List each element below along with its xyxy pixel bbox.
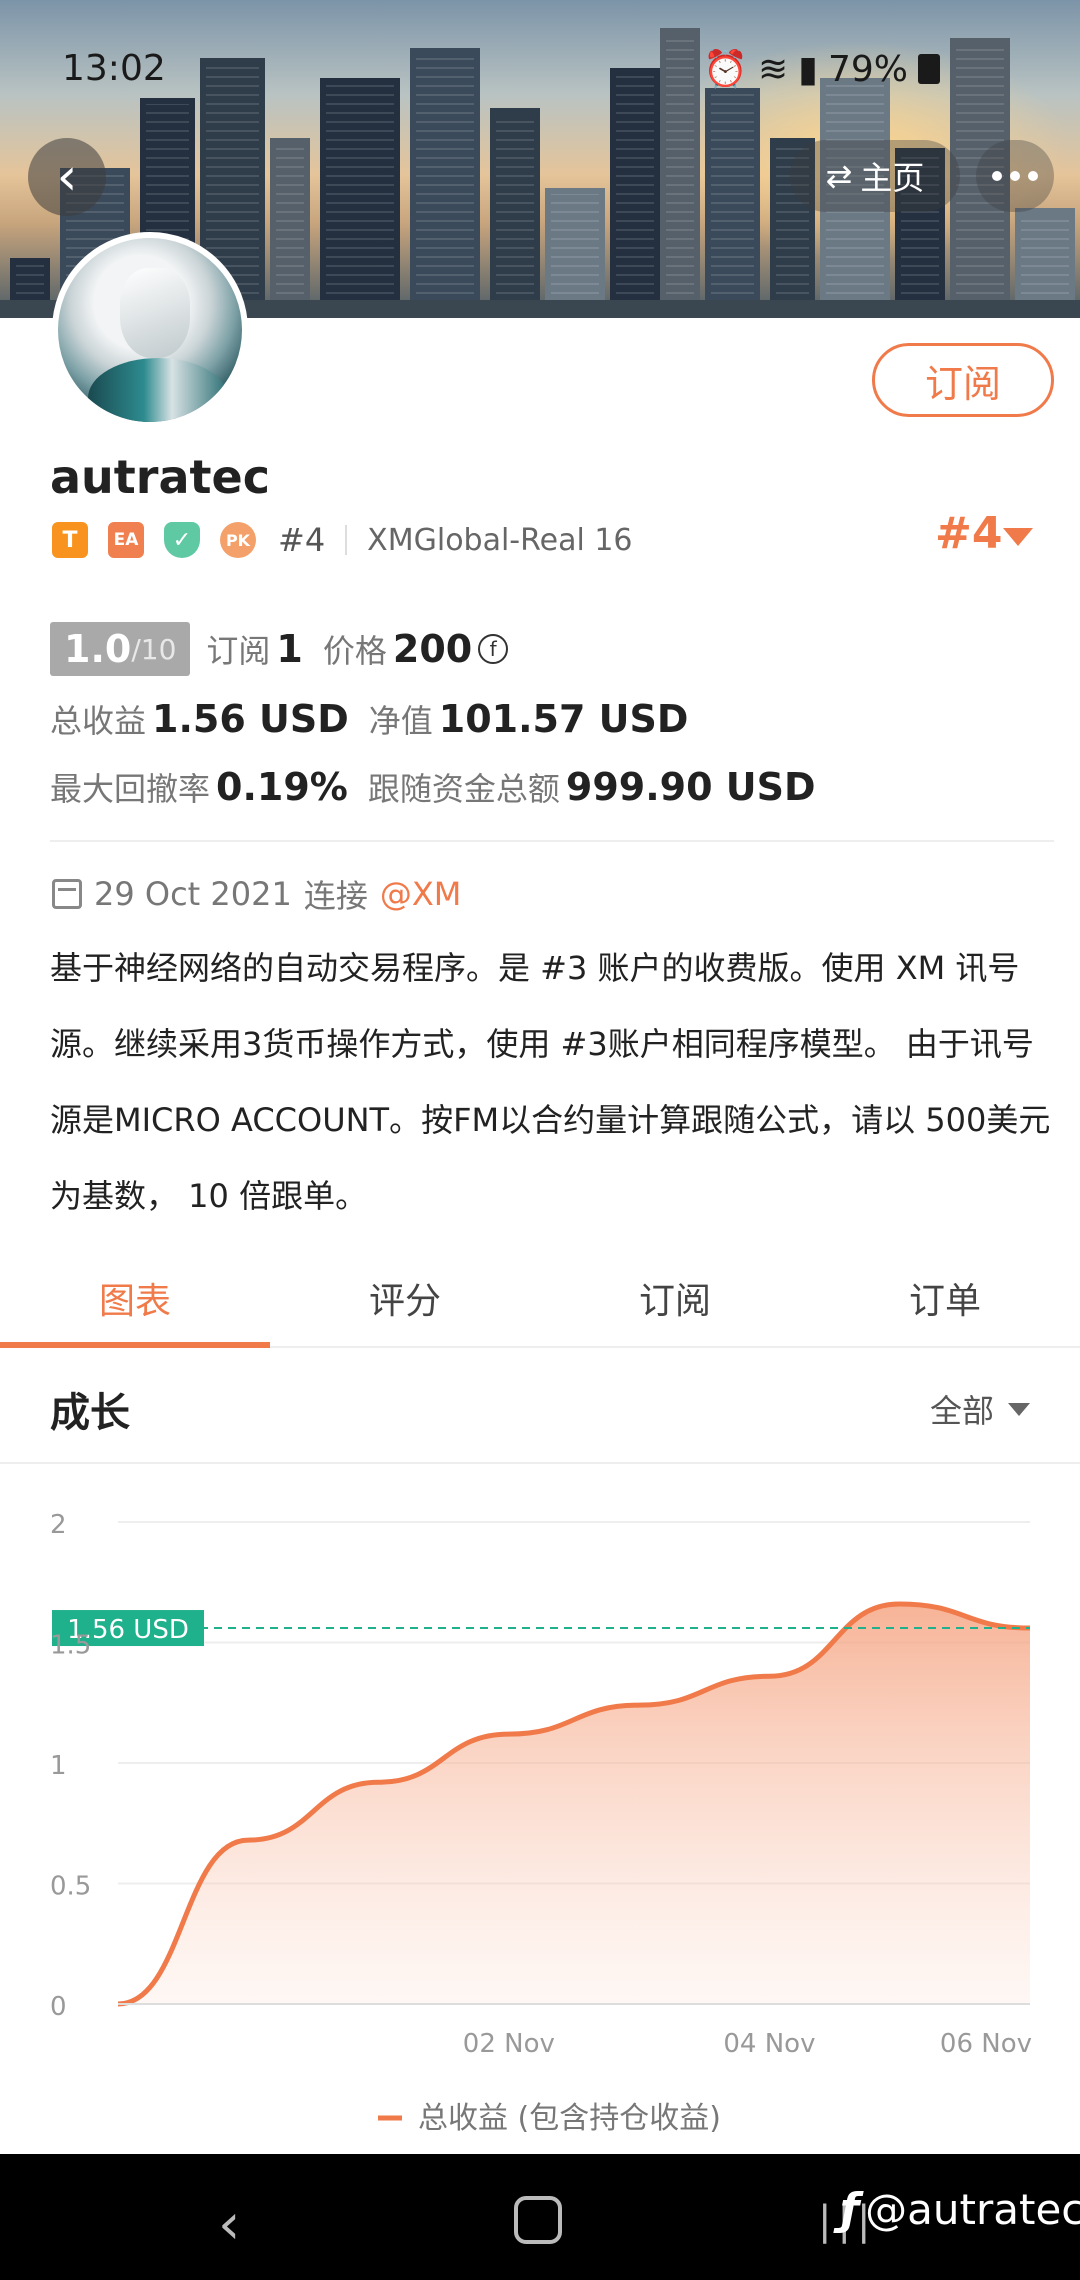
watermark-logo-icon: ƒ [840,2184,860,2235]
status-icons: ⏰ ≋ ▮ 79% [703,48,940,90]
subscribe-button[interactable]: 订阅 [872,343,1054,417]
more-dots-icon [992,171,1002,181]
score-badge[interactable]: 1.0 /10 [50,622,191,676]
back-button[interactable]: ‹ [28,138,106,216]
broker-link[interactable]: @XM [380,875,462,913]
score-value: 1.0 [64,627,132,671]
calendar-icon [52,879,82,909]
y-tick-label: 0 [50,1992,67,2022]
battery-level: 79% [827,48,908,90]
range-label: 全部 [930,1392,995,1430]
section-divider [50,840,1054,842]
wifi-icon: ≋ [758,48,789,90]
x-tick-label: 02 Nov [463,2029,555,2059]
pk-badge[interactable]: PK [220,522,256,558]
y-tick-label: 2 [50,1510,67,1540]
max-drawdown-value: 0.19% [216,765,348,809]
max-drawdown-label: 最大回撤率 [50,770,211,808]
legend-label: 总收益 (包含持仓收益) [418,2101,721,2136]
verified-shield-icon[interactable]: ✓ [164,522,200,558]
status-time: 13:02 [62,48,166,89]
stats-row-2: 总收益 1.56 USD 净值 101.57 USD [50,696,708,742]
range-dropdown[interactable]: 全部 [930,1386,1031,1432]
caret-down-icon [1008,1402,1031,1416]
trader-badge[interactable]: T [52,522,88,558]
equity-label: 净值 [368,702,433,740]
stats-row-3: 最大回撤率 0.19% 跟随资金总额 999.90 USD [50,764,836,810]
x-tick-label: 06 Nov [940,2029,1032,2059]
total-profit-value: 1.56 USD [152,697,349,741]
divider [345,525,348,555]
rank-small: #4 [278,521,326,559]
nav-home-button[interactable] [514,2196,562,2244]
y-tick-label: 1.5 [50,1631,91,1661]
nav-back-button[interactable]: ‹ [218,2192,240,2257]
alarm-icon: ⏰ [703,49,748,90]
growth-title: 成长 [50,1390,130,1436]
series-area [118,1603,1030,2004]
server-name: XMGlobal-Real 16 [367,522,633,558]
subscribers-value: 1 [276,627,303,671]
coin-icon: f [478,634,509,664]
growth-divider [0,1462,1080,1464]
tab-rating[interactable]: 评分 [270,1256,540,1346]
watermark-text: @autratec [865,2185,1080,2234]
price-label: 价格 [322,632,387,670]
connect-label: 连接 [303,877,368,915]
tab-chart[interactable]: 图表 [0,1256,270,1348]
follow-funds-value: 999.90 USD [565,765,816,809]
tab-bar: 图表 评分 订阅 订单 [0,1256,1080,1348]
total-profit-label: 总收益 [50,702,147,740]
swap-icon: ⇄ [825,157,853,195]
joined-date: 29 Oct 2021 [94,875,292,913]
follow-funds-label: 跟随资金总额 [367,770,560,808]
avatar[interactable] [52,232,248,428]
tab-subscriptions[interactable]: 订阅 [540,1256,810,1346]
home-label: 主页 [860,159,925,197]
description: 基于神经网络的自动交易程序。是 #3 账户的收费版。使用 XM 讯号源。继续采用… [50,949,1051,1215]
home-button[interactable]: ⇄ 主页 [790,140,960,212]
x-tick-label: 04 Nov [723,2029,815,2059]
battery-icon [918,54,940,84]
tab-orders[interactable]: 订单 [810,1256,1080,1346]
watermark: ƒ @autratec [840,2184,1080,2235]
chevron-left-icon: ‹ [56,147,78,207]
price-value: 200 [392,627,473,671]
growth-chart[interactable]: 1.56 USD 00.511.5202 Nov 04 Nov 06 Nov 总收益… [0,1480,1080,2160]
score-max: /10 [131,632,177,666]
more-button[interactable] [976,140,1054,212]
stats-row-1: 1.0 /10 订阅 1 价格 200 f [50,622,509,676]
system-nav-bar: ‹ ||| ƒ @autratec [0,2154,1080,2280]
y-tick-label: 1 [50,1751,67,1781]
joined-info: 29 Oct 2021 连接 @XM [52,871,461,917]
status-bar: 13:02 ⏰ ≋ ▮ 79% [62,48,1080,92]
badges-row: T EA ✓ PK #4 XMGlobal-Real 16 [52,518,633,562]
y-tick-label: 0.5 [50,1872,91,1902]
equity-value: 101.57 USD [438,697,689,741]
username: autratec [50,450,270,504]
signal-icon: ▮ [798,48,818,90]
caret-down-icon[interactable] [1003,528,1033,546]
ea-badge[interactable]: EA [108,522,144,558]
subscribers-label: 订阅 [206,632,271,670]
rank-selector[interactable]: #4 [935,508,1002,559]
